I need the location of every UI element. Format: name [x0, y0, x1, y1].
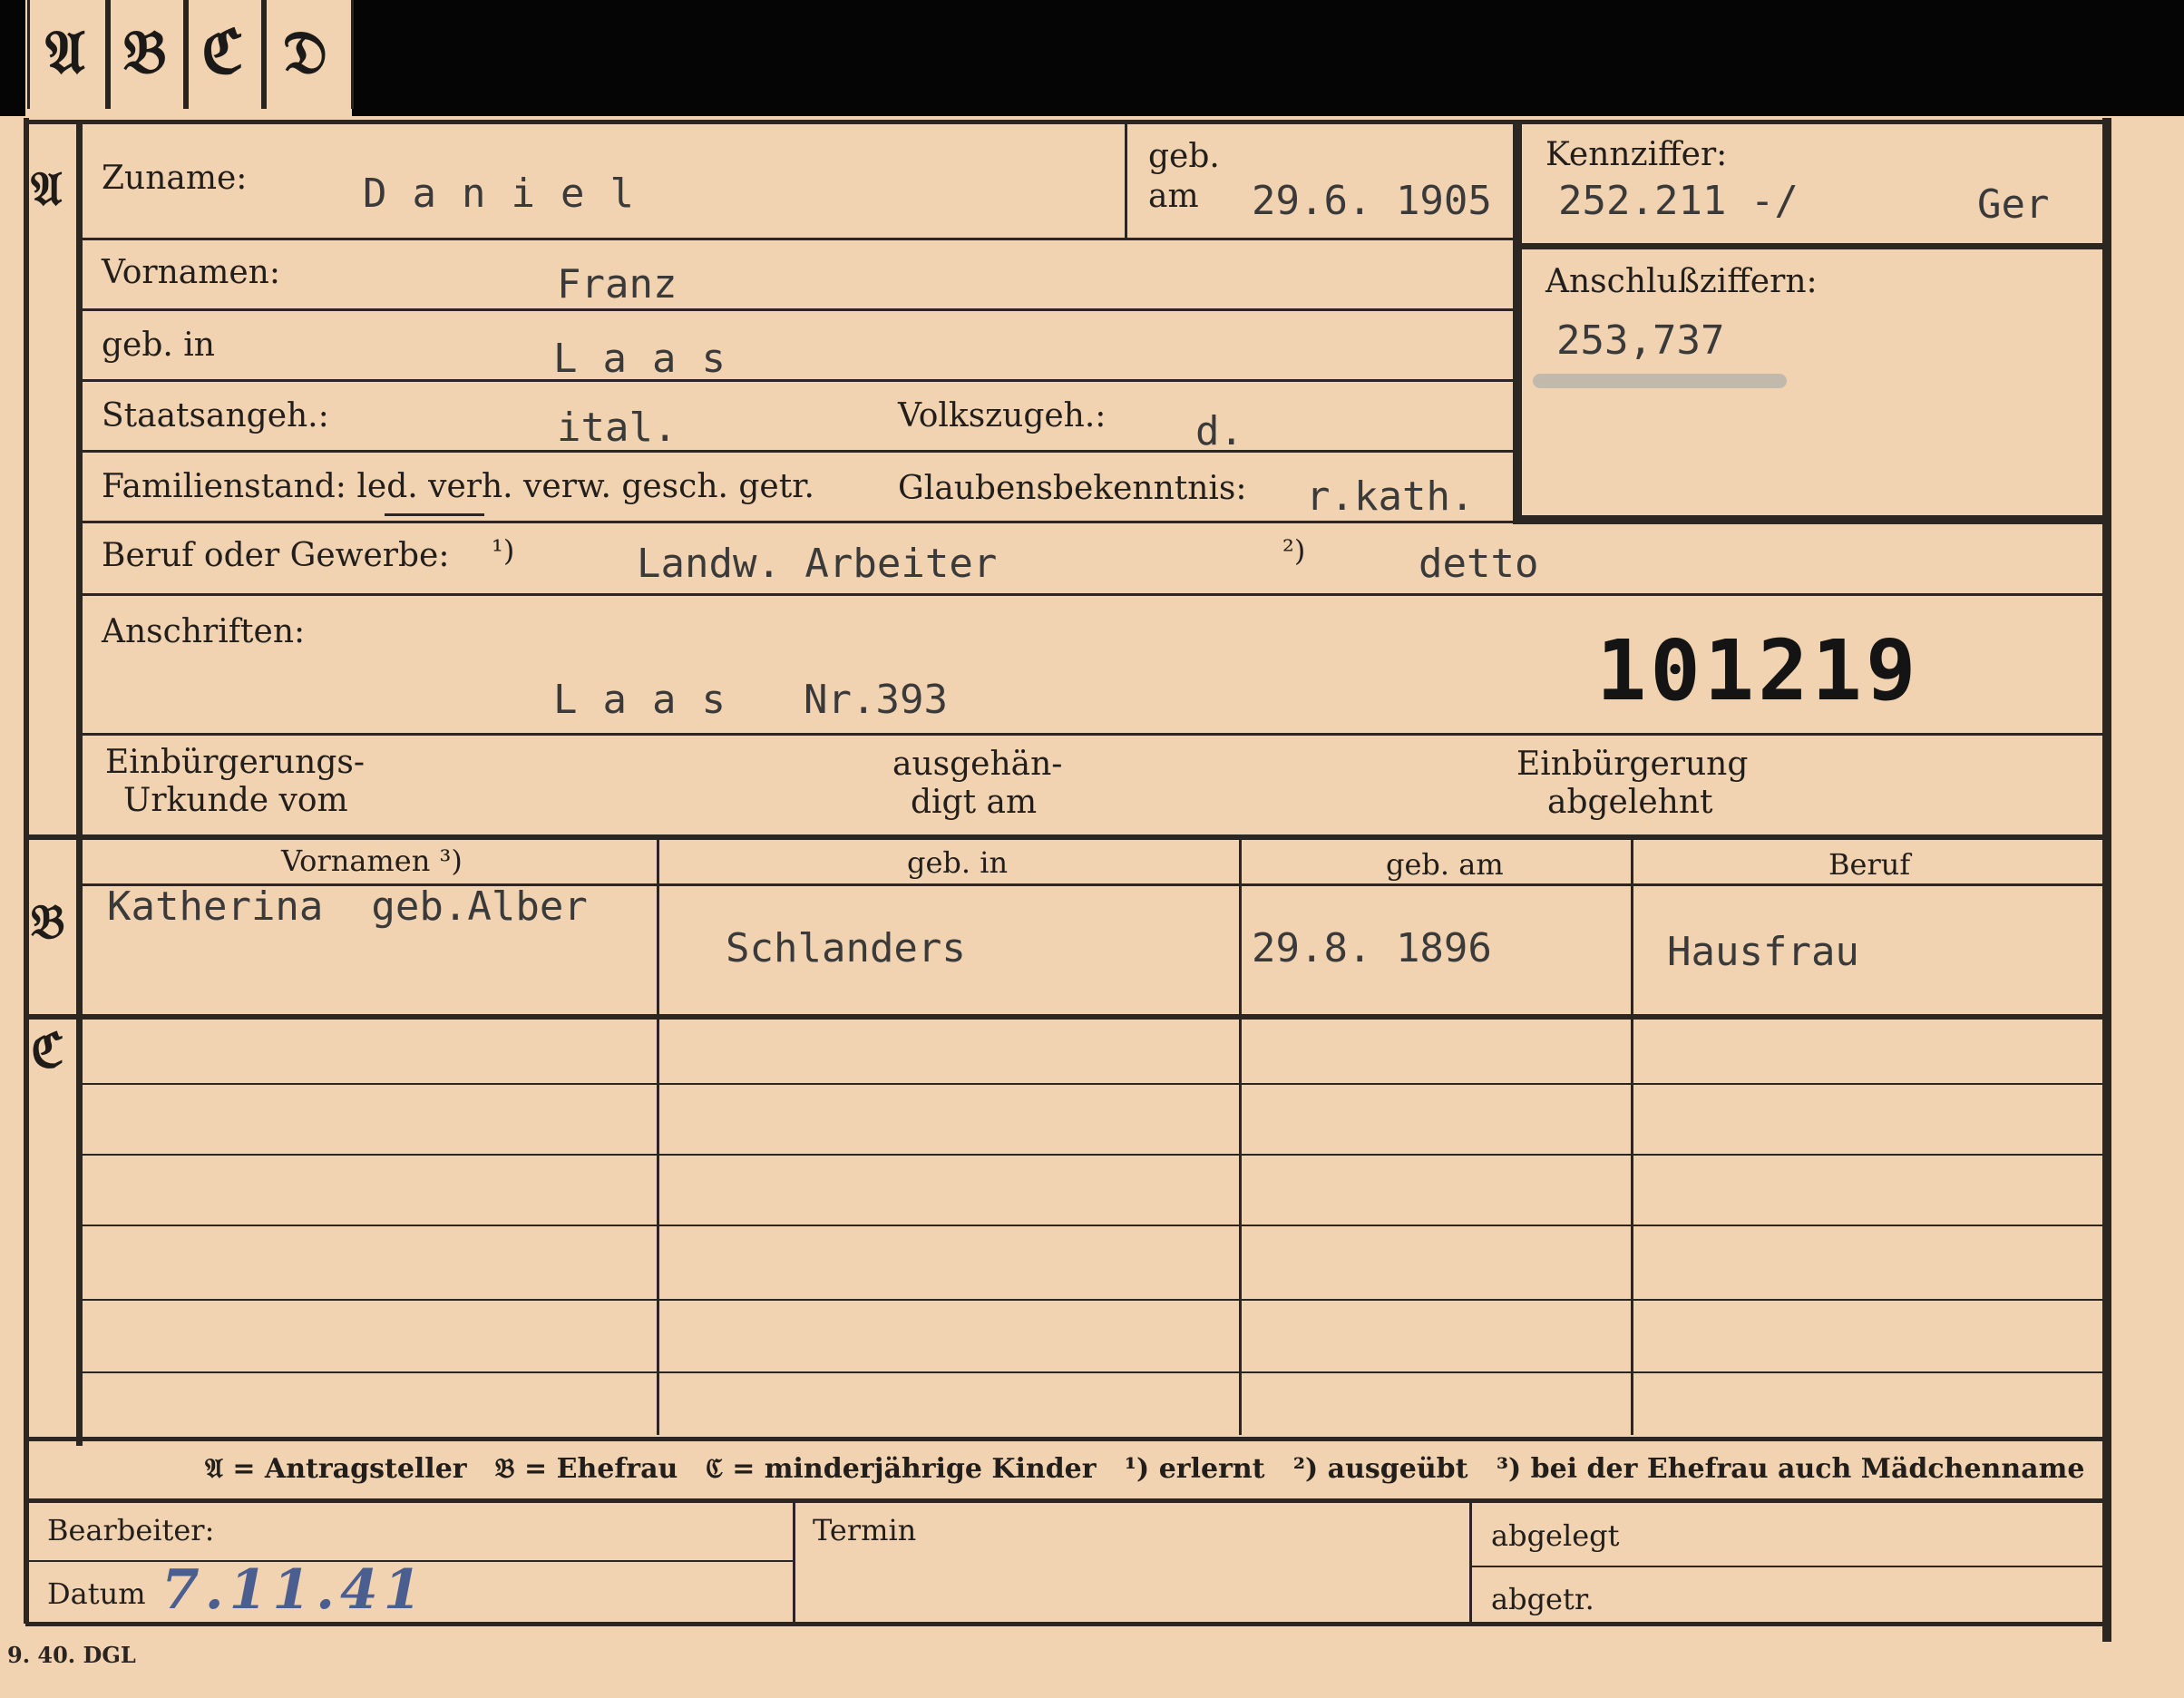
frame-inner-left — [76, 122, 83, 1446]
datum-label: Datum — [47, 1576, 146, 1611]
section-a-letter: 𝔄 — [31, 161, 63, 217]
note2-mark: ²) — [1282, 533, 1306, 568]
frame-top — [25, 120, 2108, 124]
spouse-geb-in: Schlanders — [726, 925, 966, 971]
anschluss-value: 253,737 — [1556, 317, 1725, 364]
geb-divider — [1125, 123, 1127, 238]
kenn-box-bottom — [1522, 515, 2102, 524]
note1-mark: ¹) — [492, 533, 515, 568]
geb-am-value: 29.6. 1905 — [1252, 178, 1492, 224]
col-divider-3 — [1631, 836, 1633, 1435]
row-line-1 — [82, 238, 1513, 240]
einbuergerung-label-1: Einbürgerungs- — [105, 744, 366, 781]
kennziffer-label: Kennziffer: — [1545, 136, 1728, 173]
abgetr-label: abgetr. — [1491, 1582, 1594, 1616]
footer-divider-1 — [793, 1502, 795, 1624]
spouse-beruf: Hausfrau — [1667, 929, 1859, 975]
am-label: am — [1148, 178, 1199, 215]
footer-divider-2 — [1469, 1502, 1472, 1624]
spouse-geb-am: 29.8. 1896 — [1252, 925, 1492, 971]
bearbeiter-label: Bearbeiter: — [47, 1513, 215, 1547]
row-line-2 — [82, 308, 1513, 311]
header-vornamen: Vornamen ³) — [281, 844, 463, 878]
legend-bottom — [25, 1498, 2108, 1503]
printer-mark: 9. 40. DGL — [7, 1642, 136, 1668]
staats-value: ital. — [557, 405, 678, 451]
legend-text: 𝔄 = Antragsteller 𝔅 = Ehefrau ℭ = minder… — [205, 1453, 2085, 1485]
row-line-7 — [82, 733, 2104, 736]
kenn-box-mid — [1522, 243, 2102, 249]
section-b-bottom — [25, 1014, 2108, 1020]
geb-label: geb. — [1148, 138, 1220, 175]
abgelegt-label: abgelegt — [1491, 1518, 1620, 1553]
c-row-line-1 — [82, 1083, 2104, 1085]
section-c-bottom — [25, 1437, 2108, 1441]
footer-mid-right — [1471, 1566, 2104, 1567]
record-number-stamp: 101219 — [1596, 622, 1920, 719]
zuname-label: Zuname: — [102, 160, 248, 197]
c-row-line-3 — [82, 1225, 2104, 1226]
abgelehnt-label-1: Einbürgerung — [1516, 746, 1749, 783]
glauben-value: r.kath. — [1306, 473, 1475, 520]
abgelehnt-label-2: abgelehnt — [1547, 784, 1713, 821]
beruf1-value: Landw. Arbeiter — [637, 541, 998, 587]
col-divider-1 — [657, 836, 659, 1435]
termin-label: Termin — [813, 1513, 917, 1547]
section-a-bottom — [25, 834, 2108, 840]
anschrift-number: Nr.393 — [804, 677, 948, 723]
zuname-value: Daniel — [363, 171, 659, 217]
datum-handwritten: 7.11.41 — [161, 1558, 427, 1622]
beruf2-value: detto — [1419, 541, 1539, 587]
c-row-line-5 — [82, 1371, 2104, 1373]
ausgehaendigt-label-2: digt am — [911, 784, 1038, 821]
frame-left — [24, 118, 29, 1624]
row-line-3 — [82, 379, 1513, 382]
volks-value: d. — [1195, 408, 1243, 454]
anschluss-smudge — [1533, 374, 1787, 388]
kennziffer-suffix: Ger — [1977, 181, 2050, 228]
geb-in-value: Laas — [553, 336, 751, 382]
beruf-label: Beruf oder Gewerbe: — [102, 537, 450, 574]
einbuergerung-label-2: Urkunde vom — [123, 782, 348, 819]
anschriften-label: Anschriften: — [102, 613, 306, 650]
header-beruf: Beruf — [1828, 847, 1911, 882]
header-geb-in: geb. in — [907, 845, 1009, 880]
geb-in-label: geb. in — [102, 327, 215, 364]
header-geb-am: geb. am — [1386, 847, 1504, 882]
volks-label: Volkszugeh.: — [898, 397, 1107, 434]
vornamen-label: Vornamen: — [102, 254, 280, 291]
c-row-line-4 — [82, 1299, 2104, 1301]
section-b-letter: 𝔅 — [31, 894, 65, 950]
c-row-line-2 — [82, 1154, 2104, 1156]
tab-a-letter: 𝔄 — [45, 16, 85, 87]
row-line-4 — [82, 450, 1513, 453]
vornamen-value: Franz — [557, 261, 678, 307]
row-line-6 — [82, 593, 2104, 596]
col-divider-2 — [1239, 836, 1242, 1435]
verh-underline — [385, 513, 484, 516]
tab-c-letter: ℭ — [201, 16, 244, 87]
frame-bottom — [25, 1622, 2108, 1626]
ausgehaendigt-label-1: ausgehän- — [892, 746, 1063, 783]
tab-d-letter: 𝔇 — [283, 16, 327, 87]
familien-label: Familienstand: led. verh. verw. gesch. g… — [102, 468, 814, 505]
anschluss-label: Anschlußziffern: — [1545, 263, 1818, 300]
staats-label: Staatsangeh.: — [102, 397, 329, 434]
spouse-vornamen: Katherina geb.Alber — [107, 883, 588, 930]
kennziffer-value: 252.211 -/ — [1558, 178, 1799, 224]
tab-b-letter: 𝔅 — [123, 16, 167, 87]
section-c-letter: ℭ — [31, 1023, 64, 1078]
kenn-box-left — [1513, 123, 1522, 524]
glauben-label: Glaubensbekenntnis: — [898, 470, 1247, 507]
frame-right — [2102, 118, 2111, 1642]
anschrift-value: Laas — [553, 677, 751, 723]
